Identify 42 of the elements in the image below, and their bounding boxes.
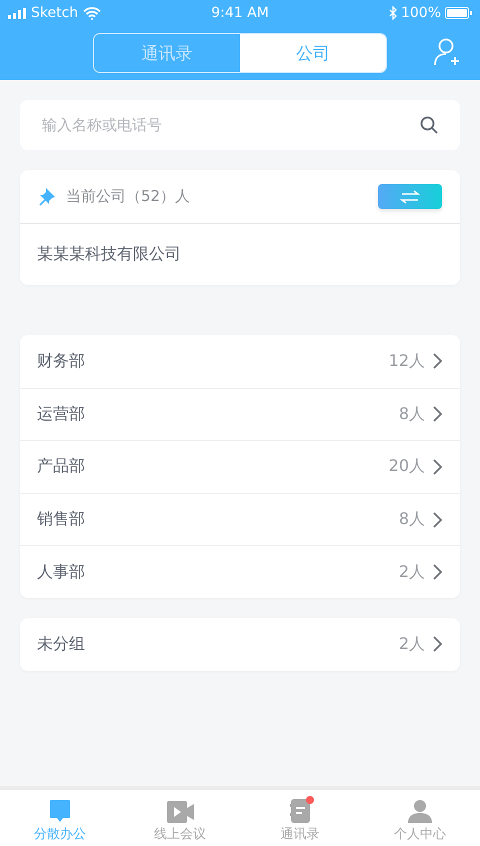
department-row[interactable]: 未分组 2人 (20, 618, 460, 671)
battery-percent: 100% (400, 5, 442, 21)
chevron-right-icon (433, 406, 442, 422)
department-row[interactable]: 产品部 20人 (20, 440, 460, 493)
department-name: 运营部 (37, 404, 86, 425)
person-icon (408, 799, 432, 823)
carrier-name: Sketch (31, 5, 78, 21)
department-row[interactable]: 销售部 8人 (20, 492, 460, 546)
video-camera-icon (166, 801, 194, 823)
department-name: 产品部 (37, 456, 86, 478)
pin-icon (38, 186, 58, 206)
member-count: 8人 (398, 404, 425, 425)
bluetooth-icon (388, 6, 397, 20)
member-count: 8人 (398, 509, 425, 530)
member-count: 2人 (398, 562, 425, 583)
department-row[interactable]: 人事部 2人 (20, 545, 460, 598)
search-icon[interactable] (420, 116, 438, 134)
wifi-icon (83, 6, 102, 20)
department-name: 财务部 (37, 350, 86, 372)
chat-bubble-icon (49, 799, 71, 823)
member-count: 12人 (388, 350, 425, 372)
switch-company-button[interactable] (378, 184, 442, 209)
member-count: 20人 (388, 456, 425, 478)
chevron-right-icon (433, 458, 442, 475)
battery-icon (445, 7, 472, 19)
department-name: 人事部 (37, 562, 86, 583)
chevron-right-icon (433, 564, 442, 580)
signal-icon (8, 8, 26, 18)
chevron-right-icon (433, 636, 442, 652)
clock-time: 9:41 AM (211, 5, 269, 21)
member-count: 2人 (398, 634, 425, 655)
department-row[interactable]: 运营部 8人 (20, 388, 460, 440)
department-name: 未分组 (37, 634, 86, 655)
notebook-icon (290, 799, 310, 823)
department-row[interactable]: 财务部 12人 (20, 335, 460, 388)
company-name: 某某某科技有限公司 (36, 243, 182, 265)
search-bar[interactable]: 输入名称或电话号 (20, 100, 460, 150)
department-name: 销售部 (37, 509, 86, 530)
chevron-right-icon (433, 353, 442, 370)
swap-arrows-icon (400, 190, 420, 204)
chevron-right-icon (433, 512, 442, 528)
current-company-label: 当前公司（52）人 (66, 187, 192, 206)
